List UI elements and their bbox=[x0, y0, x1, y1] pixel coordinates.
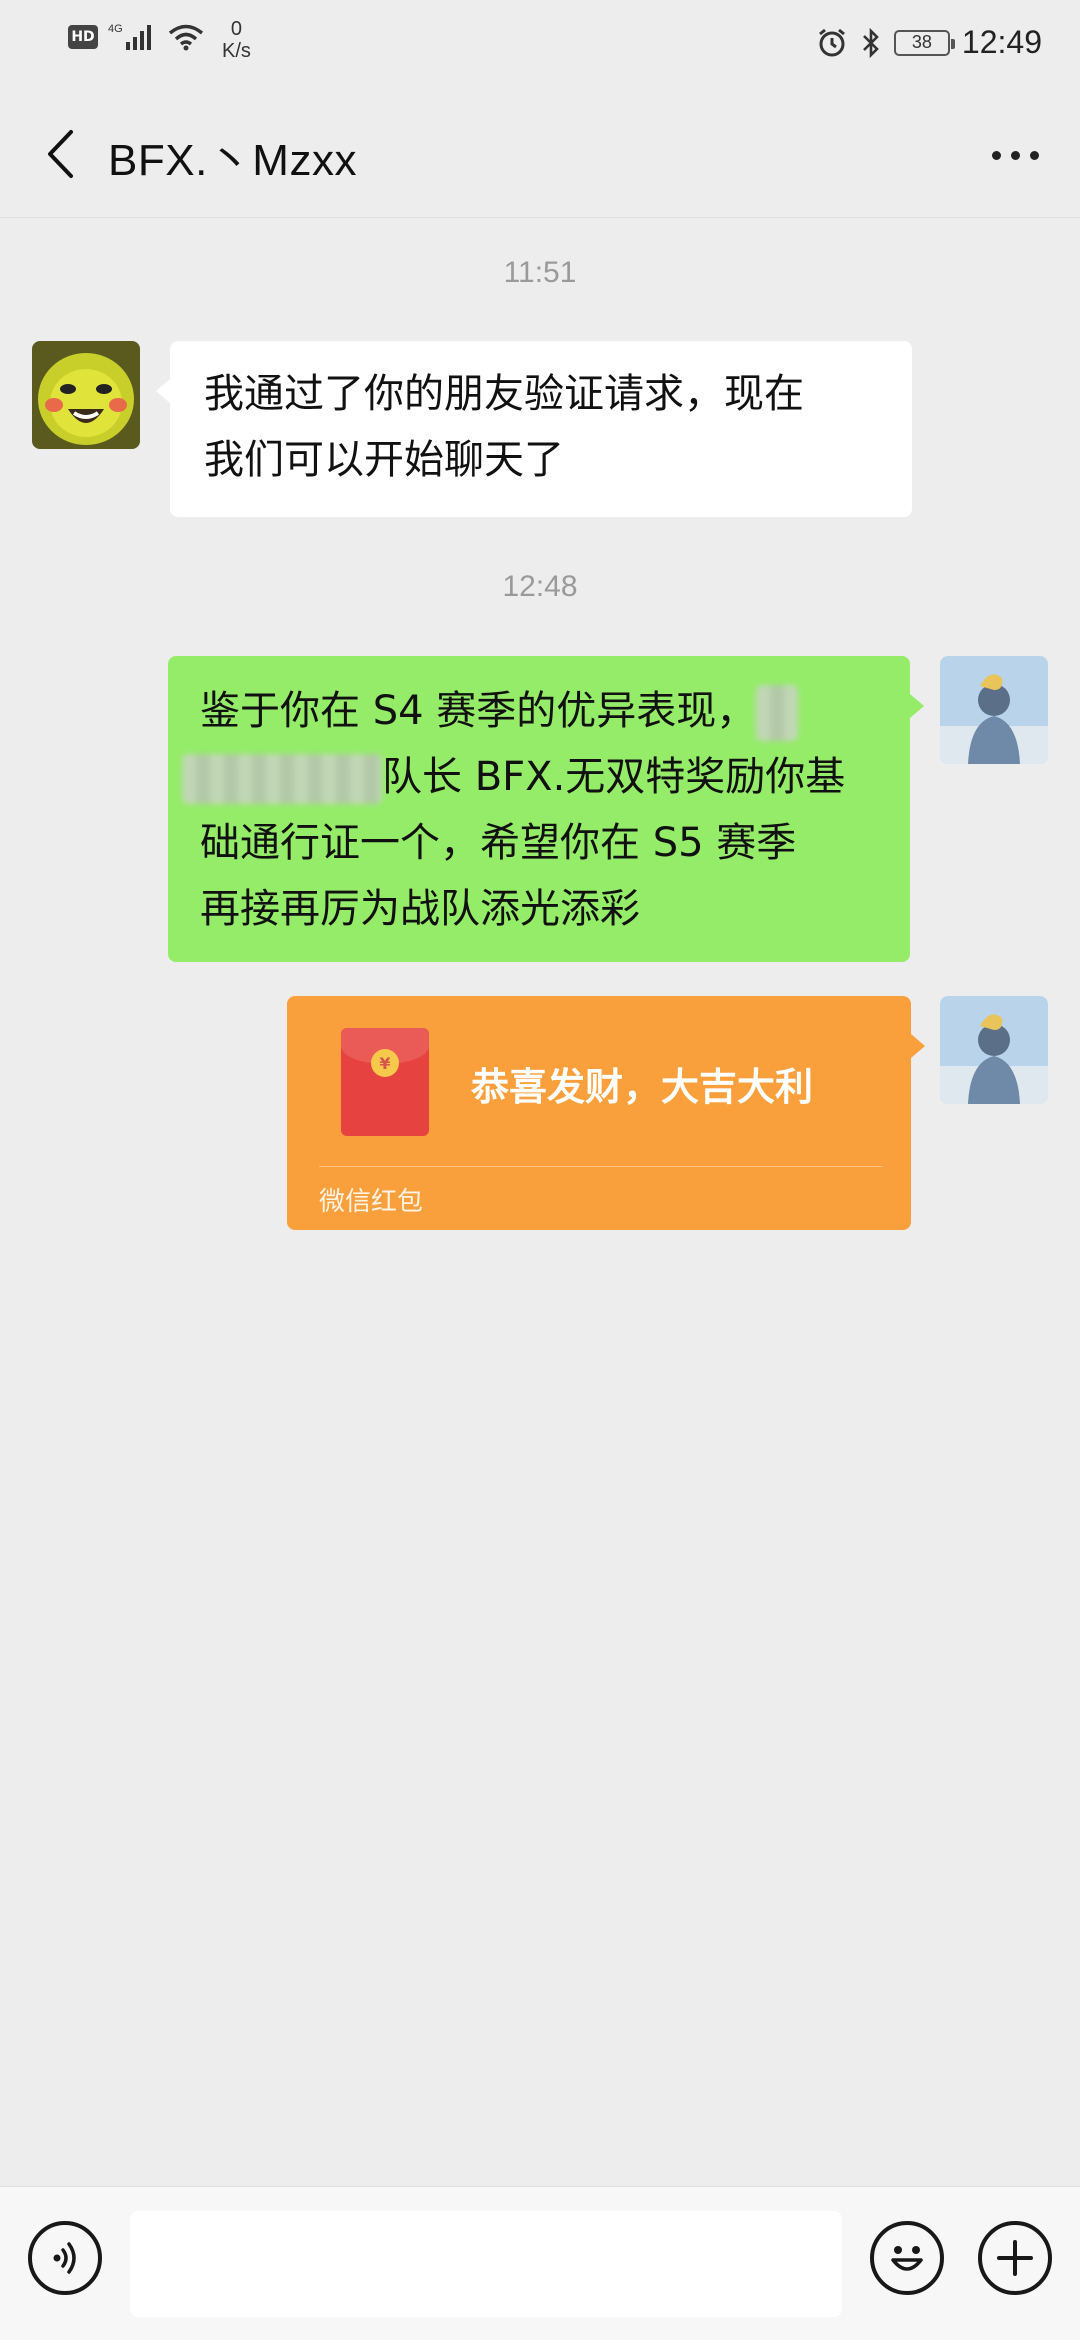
battery-level: 38 bbox=[911, 32, 932, 52]
network-speed: 0 K/s bbox=[222, 18, 251, 62]
signal-icon: 4G bbox=[108, 23, 151, 50]
message-text-line: 我通过了你的朋友验证请求，现在 bbox=[204, 371, 804, 417]
more-dot-icon bbox=[1010, 150, 1020, 160]
divider bbox=[319, 1166, 883, 1167]
message-bubble-sent[interactable]: 鉴于你在 S4 赛季的优异表现， 队长 BFX.无双特奖励你基 础通行证一个，希… bbox=[168, 656, 924, 962]
message-text-segment: 鉴于你在 S4 赛季的优异表现， bbox=[200, 688, 757, 734]
message-text-line: 队长 BFX.无双特奖励你基 bbox=[182, 744, 878, 810]
message-text-line: 我们可以开始聊天了 bbox=[204, 437, 564, 483]
alarm-icon bbox=[818, 28, 845, 56]
chevron-left-icon bbox=[48, 130, 73, 178]
status-time: 12:49 bbox=[961, 24, 1042, 60]
message-input[interactable] bbox=[130, 2211, 842, 2317]
message-text-segment: 队长 BFX.无双特奖励你基 bbox=[382, 754, 846, 800]
back-button[interactable] bbox=[30, 122, 90, 186]
timestamp: 11:51 bbox=[503, 256, 577, 289]
redacted-blur bbox=[756, 685, 799, 741]
red-envelope-label: 微信红包 bbox=[319, 1187, 424, 1217]
chat-header: BFX.丶Mzxx bbox=[0, 90, 1080, 218]
more-functions-button[interactable] bbox=[978, 2221, 1052, 2295]
hd-badge: HD bbox=[68, 25, 98, 49]
red-envelope-icon: ¥ bbox=[341, 1028, 429, 1136]
input-bar bbox=[0, 2186, 1080, 2340]
contact-avatar[interactable] bbox=[32, 341, 140, 449]
svg-text:4G: 4G bbox=[108, 23, 123, 35]
redacted-blur bbox=[182, 754, 382, 804]
more-dot-icon bbox=[991, 150, 1001, 160]
status-right: 38 12:49 bbox=[816, 24, 1042, 61]
wifi-icon bbox=[168, 24, 204, 51]
self-avatar[interactable] bbox=[940, 656, 1048, 764]
message-text-line: 再接再厉为战队添光添彩 bbox=[200, 886, 640, 932]
chat-title: BFX.丶Mzxx bbox=[108, 136, 357, 185]
red-envelope-message[interactable]: ¥ 恭喜发财，大吉大利 微信红包 bbox=[287, 996, 925, 1230]
message-text-line: 础通行证一个，希望你在 S5 赛季 bbox=[200, 820, 797, 866]
bluetooth-icon bbox=[863, 27, 879, 58]
pikachu-avatar-image bbox=[32, 341, 140, 449]
voice-button[interactable] bbox=[28, 2221, 102, 2295]
network-speed-value: 0 bbox=[230, 18, 243, 40]
emoji-button[interactable] bbox=[870, 2221, 944, 2295]
status-left: HD 4G bbox=[68, 22, 206, 52]
person-avatar-image bbox=[940, 996, 1048, 1104]
red-envelope-greeting: 恭喜发财，大吉大利 bbox=[471, 1065, 814, 1109]
timestamp: 12:48 bbox=[502, 570, 578, 603]
status-bar: HD 4G 0 K/s 38 12:49 bbox=[0, 0, 1080, 90]
self-avatar[interactable] bbox=[940, 996, 1048, 1104]
message-bubble-received[interactable]: 我通过了你的朋友验证请求，现在 我们可以开始聊天了 bbox=[156, 341, 912, 517]
plus-icon bbox=[997, 2240, 1033, 2276]
coin-icon: ¥ bbox=[371, 1049, 399, 1077]
more-dot-icon bbox=[1029, 150, 1039, 160]
smiley-icon bbox=[891, 2246, 923, 2271]
more-button[interactable] bbox=[980, 130, 1050, 180]
network-speed-unit: K/s bbox=[222, 40, 251, 62]
voice-icon bbox=[53, 2242, 76, 2274]
person-avatar-image bbox=[940, 656, 1048, 764]
battery-icon: 38 bbox=[893, 29, 955, 56]
message-text-line: 鉴于你在 S4 赛季的优异表现， bbox=[200, 678, 878, 744]
